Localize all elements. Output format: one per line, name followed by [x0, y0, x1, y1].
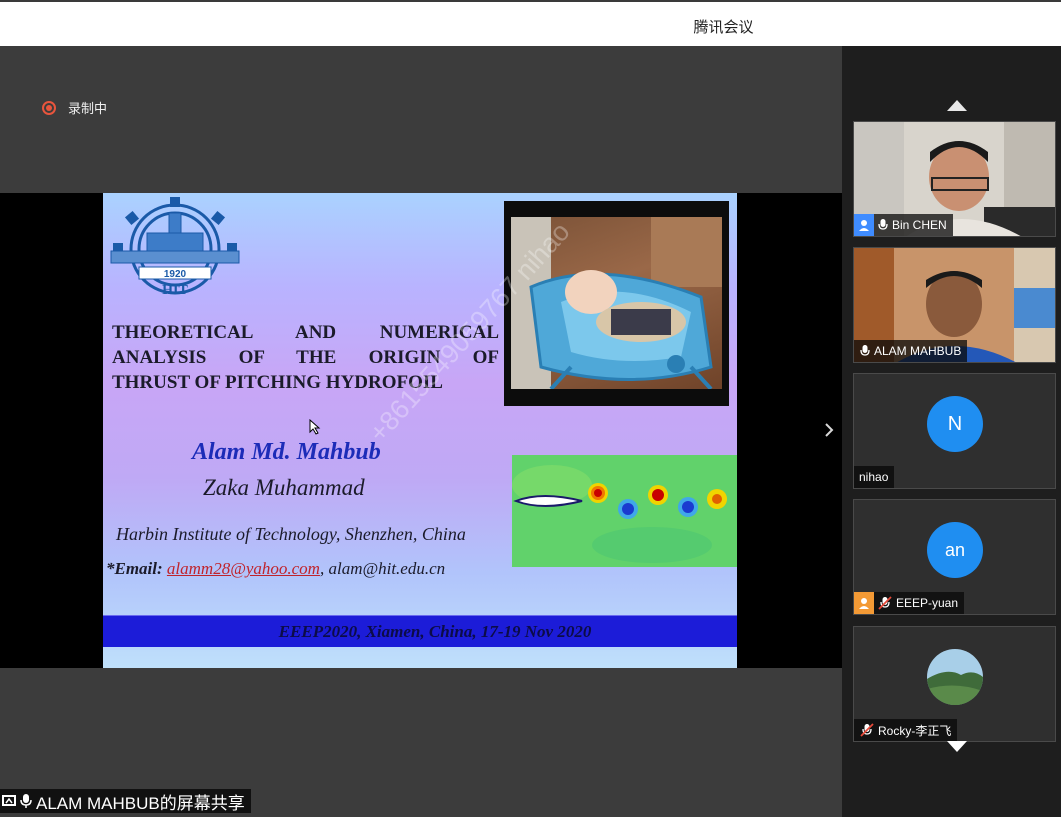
slide-footer-text: EEEP2020, Xiamen, China, 17-19 Nov 2020 — [278, 622, 592, 641]
slide-title-line: THEORETICAL AND NUMERICAL — [112, 322, 499, 343]
participant-name: EEEP-yuan — [896, 596, 959, 610]
slide-title-line: ANALYSIS OF THE ORIGIN OF — [112, 347, 499, 368]
share-label-text: ALAM MAHBUB的屏幕共享 — [36, 793, 245, 813]
mic-icon — [878, 219, 888, 230]
video-frame — [511, 217, 722, 389]
screen-share-label: ALAM MAHBUB的屏幕共享 — [0, 789, 251, 813]
author-primary: Alam Md. Mahbub — [192, 439, 381, 465]
slide-footer-band: EEEP2020, Xiamen, China, 17-19 Nov 2020 — [103, 615, 737, 647]
email-label: *Email: — [106, 559, 163, 578]
participant-tile-eeep-yuan[interactable]: an EEEP-yuan — [853, 499, 1056, 615]
slide-title: THEORETICAL AND NUMERICAL ANALYSIS OF TH… — [112, 320, 499, 395]
slide-simulation-image — [512, 455, 737, 567]
participant-name-tag: Rocky-李正飞 — [854, 719, 958, 741]
slide-video — [504, 201, 729, 406]
email-secondary: alam@hit.edu.cn — [328, 559, 446, 578]
chevron-right-icon[interactable] — [825, 423, 834, 437]
participant-name: Bin CHEN — [892, 218, 947, 232]
participant-name: ALAM MAHBUB — [874, 344, 962, 358]
avatar: an — [927, 522, 983, 578]
avatar — [927, 649, 983, 705]
hit-logo: 1920 HIT — [107, 193, 243, 305]
slide-title-line: THRUST OF PITCHING HYDROFOIL — [112, 372, 443, 393]
participants-sidebar: Bin CHEN ALAM MAHBUB N nihao an EEEP-yua… — [842, 46, 1061, 817]
participant-name-tag: nihao — [854, 466, 895, 488]
mouse-cursor-icon — [309, 419, 321, 435]
user-icon — [854, 592, 874, 614]
shared-slide: 1920 HIT THEORETICAL AND NUMERICAL ANALY… — [103, 193, 737, 668]
institution: Harbin Institute of Technology, Shenzhen… — [116, 524, 466, 544]
participant-name-tag: EEEP-yuan — [854, 592, 965, 614]
participant-name-tag: ALAM MAHBUB — [854, 340, 968, 362]
mic-muted-icon — [860, 723, 874, 737]
window-title: 腾讯会议 — [693, 19, 754, 36]
user-icon — [854, 214, 874, 236]
participant-name: nihao — [859, 470, 889, 484]
scroll-down-icon[interactable] — [947, 741, 967, 752]
participant-tile-alam-mahbub[interactable]: ALAM MAHBUB — [853, 247, 1056, 363]
main-stage: 录制中 1920 HIT THEORETICAL AND NUMERICAL A… — [0, 46, 842, 817]
recording-label: 录制中 — [68, 101, 108, 116]
participant-tile-bin-chen[interactable]: Bin CHEN — [853, 121, 1056, 237]
avatar: N — [927, 396, 983, 452]
screen-share-area: 1920 HIT THEORETICAL AND NUMERICAL ANALY… — [0, 193, 842, 668]
recording-indicator[interactable]: 录制中 — [42, 98, 107, 117]
participant-name: Rocky-李正飞 — [878, 723, 952, 738]
participant-name-tag: Bin CHEN — [854, 214, 953, 236]
record-icon — [42, 100, 56, 115]
screen-share-icon — [2, 795, 16, 806]
logo-text: HIT — [162, 283, 188, 298]
scroll-up-icon[interactable] — [947, 100, 967, 111]
email-link[interactable]: alamm28@yahoo.com — [167, 559, 320, 578]
email-line: *Email: alamm28@yahoo.com, alam@hit.edu.… — [106, 559, 445, 579]
mic-muted-icon — [878, 596, 892, 610]
author-secondary: Zaka Muhammad — [203, 475, 365, 500]
email-separator: , — [319, 559, 325, 578]
participant-tile-nihao[interactable]: N nihao — [853, 373, 1056, 489]
mic-icon — [20, 794, 32, 808]
mic-icon — [860, 345, 870, 356]
participant-tile-rocky[interactable]: Rocky-李正飞 — [853, 626, 1056, 742]
title-bar: 腾讯会议 — [0, 0, 1061, 46]
logo-year: 1920 — [164, 269, 187, 280]
